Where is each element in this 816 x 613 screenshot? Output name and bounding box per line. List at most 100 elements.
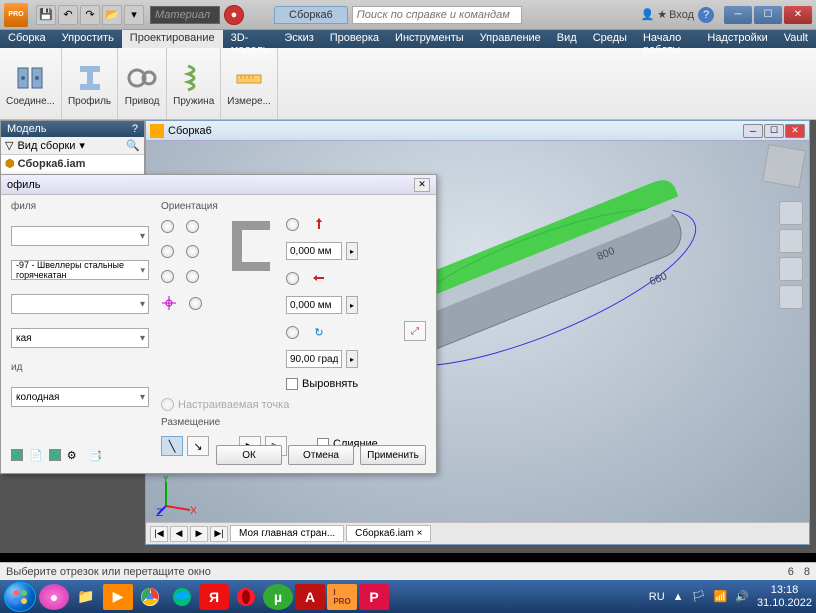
origin-point-icon[interactable] bbox=[161, 295, 177, 311]
taskbar-opera-icon[interactable] bbox=[231, 584, 261, 610]
qat-undo-icon[interactable]: ↶ bbox=[58, 5, 78, 25]
spin-button[interactable]: ▸ bbox=[346, 242, 358, 260]
sign-in-link[interactable]: 👤 ★ Вход bbox=[640, 8, 694, 21]
orient-radio-7[interactable] bbox=[189, 297, 202, 310]
ribbon-drive-button[interactable]: Привод bbox=[118, 48, 167, 119]
viewcube[interactable] bbox=[762, 144, 806, 188]
qat-select-icon[interactable]: ▾ bbox=[124, 5, 144, 25]
profile-standard-combo[interactable]: -97 - Швеллеры стальные горячекатан bbox=[11, 260, 149, 280]
tab-getstarted[interactable]: Начало работы bbox=[635, 30, 699, 48]
appearance-icon[interactable]: ● bbox=[224, 5, 244, 25]
tab-prev-button[interactable]: ◀ bbox=[170, 526, 188, 542]
tray-arrow-icon[interactable]: ▲ bbox=[673, 591, 684, 603]
tab-3dmodel[interactable]: 3D-модель bbox=[223, 30, 277, 48]
language-indicator[interactable]: RU bbox=[649, 591, 665, 603]
tab-assembly-doc[interactable]: Сборка6.iam × bbox=[346, 525, 431, 542]
model-browser-header[interactable]: Модель ? bbox=[1, 121, 144, 137]
document-window-titlebar[interactable]: Сборка6 ─ ☐ ✕ bbox=[146, 121, 809, 141]
app-icon[interactable]: PRO bbox=[4, 3, 28, 27]
spin-button[interactable]: ▸ bbox=[346, 296, 358, 314]
nav-zoom-icon[interactable] bbox=[779, 285, 803, 309]
dialog-close-button[interactable]: ✕ bbox=[414, 178, 430, 192]
angle-input[interactable] bbox=[286, 350, 342, 368]
taskbar-utorrent-icon[interactable]: µ bbox=[263, 584, 293, 610]
document-tab[interactable]: Сборка6 bbox=[274, 6, 348, 24]
spin-button[interactable]: ▸ bbox=[346, 350, 358, 368]
taskbar-app-1[interactable]: ● bbox=[39, 584, 69, 610]
search-icon[interactable]: 🔍 bbox=[126, 139, 140, 152]
profile-size-combo[interactable] bbox=[11, 294, 149, 314]
tab-environments[interactable]: Среды bbox=[585, 30, 635, 48]
doc-maximize-button[interactable]: ☐ bbox=[764, 124, 784, 138]
tray-network-icon[interactable]: 📶 bbox=[714, 590, 728, 603]
help-search-input[interactable] bbox=[352, 6, 522, 24]
taskbar-yandex-icon[interactable]: Я bbox=[199, 584, 229, 610]
help-icon[interactable]: ? bbox=[132, 123, 138, 135]
nav-pan-icon[interactable] bbox=[779, 257, 803, 281]
tab-inspect[interactable]: Проверка bbox=[322, 30, 387, 48]
tab-vault[interactable]: Vault bbox=[776, 30, 816, 48]
offset-x-input[interactable] bbox=[286, 242, 342, 260]
taskbar-chrome-icon[interactable] bbox=[135, 584, 165, 610]
window-close-button[interactable]: ✕ bbox=[784, 6, 812, 24]
taskbar-powerpoint-icon[interactable]: P bbox=[359, 584, 389, 610]
apply-button[interactable]: Применить bbox=[360, 445, 426, 465]
ribbon-measure-button[interactable]: Измере... bbox=[221, 48, 278, 119]
align-checkbox[interactable] bbox=[286, 378, 298, 390]
taskbar-edge-icon[interactable] bbox=[167, 584, 197, 610]
footer-chk-1[interactable] bbox=[11, 449, 23, 461]
taskbar-media-icon[interactable]: ▶ bbox=[103, 584, 133, 610]
taskbar-acrobat-icon[interactable]: A bbox=[295, 584, 325, 610]
tab-next-button[interactable]: ▶ bbox=[190, 526, 208, 542]
ribbon-spring-button[interactable]: Пружина bbox=[167, 48, 221, 119]
profile-type-combo[interactable]: кая bbox=[11, 328, 149, 348]
tray-volume-icon[interactable]: 🔊 bbox=[735, 590, 749, 603]
tab-manage[interactable]: Управление bbox=[472, 30, 549, 48]
orient-radio-r1[interactable] bbox=[286, 218, 299, 231]
orient-radio-1[interactable] bbox=[161, 220, 174, 233]
cancel-button[interactable]: Отмена bbox=[288, 445, 354, 465]
system-clock[interactable]: 13:18 31.10.2022 bbox=[757, 584, 812, 608]
profile-family-combo[interactable] bbox=[11, 226, 149, 246]
taskbar-explorer-icon[interactable]: 📁 bbox=[71, 584, 101, 610]
ok-button[interactable]: ОК bbox=[216, 445, 282, 465]
tab-tools[interactable]: Инструменты bbox=[387, 30, 472, 48]
doc-minimize-button[interactable]: ─ bbox=[743, 124, 763, 138]
orient-radio-3[interactable] bbox=[161, 245, 174, 258]
ribbon-profile-button[interactable]: Профиль bbox=[62, 48, 118, 119]
qat-save-icon[interactable]: 💾 bbox=[36, 5, 56, 25]
qat-redo-icon[interactable]: ↷ bbox=[80, 5, 100, 25]
orient-radio-r2[interactable] bbox=[286, 272, 299, 285]
tab-addins[interactable]: Надстройки bbox=[699, 30, 775, 48]
tab-homepage[interactable]: Моя главная стран... bbox=[230, 525, 344, 542]
doc-close-button[interactable]: ✕ bbox=[785, 124, 805, 138]
orient-radio-r3[interactable] bbox=[286, 326, 299, 339]
window-minimize-button[interactable]: ─ bbox=[724, 6, 752, 24]
nav-home-icon[interactable] bbox=[779, 201, 803, 225]
tab-view[interactable]: Вид bbox=[549, 30, 585, 48]
orient-radio-4[interactable] bbox=[186, 245, 199, 258]
footer-chk-2[interactable] bbox=[49, 449, 61, 461]
footer-icon-2[interactable]: ⚙ bbox=[67, 449, 77, 462]
tab-first-button[interactable]: |◀ bbox=[150, 526, 168, 542]
offset-y-input[interactable] bbox=[286, 296, 342, 314]
profile-material-combo[interactable]: колодная bbox=[11, 387, 149, 407]
qat-open-icon[interactable]: 📂 bbox=[102, 5, 122, 25]
dialog-titlebar[interactable]: офиль ✕ bbox=[1, 175, 436, 195]
tab-assembly[interactable]: Сборка bbox=[0, 30, 54, 48]
orient-radio-6[interactable] bbox=[186, 270, 199, 283]
view-dropdown[interactable]: Вид сборки bbox=[17, 140, 75, 152]
tab-design[interactable]: Проектирование bbox=[122, 30, 223, 48]
model-tree-root[interactable]: ⬢ Сборка6.iam bbox=[1, 155, 144, 172]
footer-icon-3[interactable]: 📑 bbox=[89, 449, 103, 462]
filter-icon[interactable]: ▽ bbox=[5, 139, 13, 152]
mirror-button[interactable]: ⤢ bbox=[404, 321, 426, 341]
tab-simplify[interactable]: Упростить bbox=[54, 30, 122, 48]
orient-radio-5[interactable] bbox=[161, 270, 174, 283]
tab-sketch[interactable]: Эскиз bbox=[276, 30, 321, 48]
taskbar-inventor-icon[interactable]: IPRO bbox=[327, 584, 357, 610]
material-dropdown[interactable]: Материал bbox=[150, 6, 220, 24]
window-maximize-button[interactable]: ☐ bbox=[754, 6, 782, 24]
tray-flag-icon[interactable]: 🏳 bbox=[692, 590, 706, 603]
tab-last-button[interactable]: ▶| bbox=[210, 526, 228, 542]
